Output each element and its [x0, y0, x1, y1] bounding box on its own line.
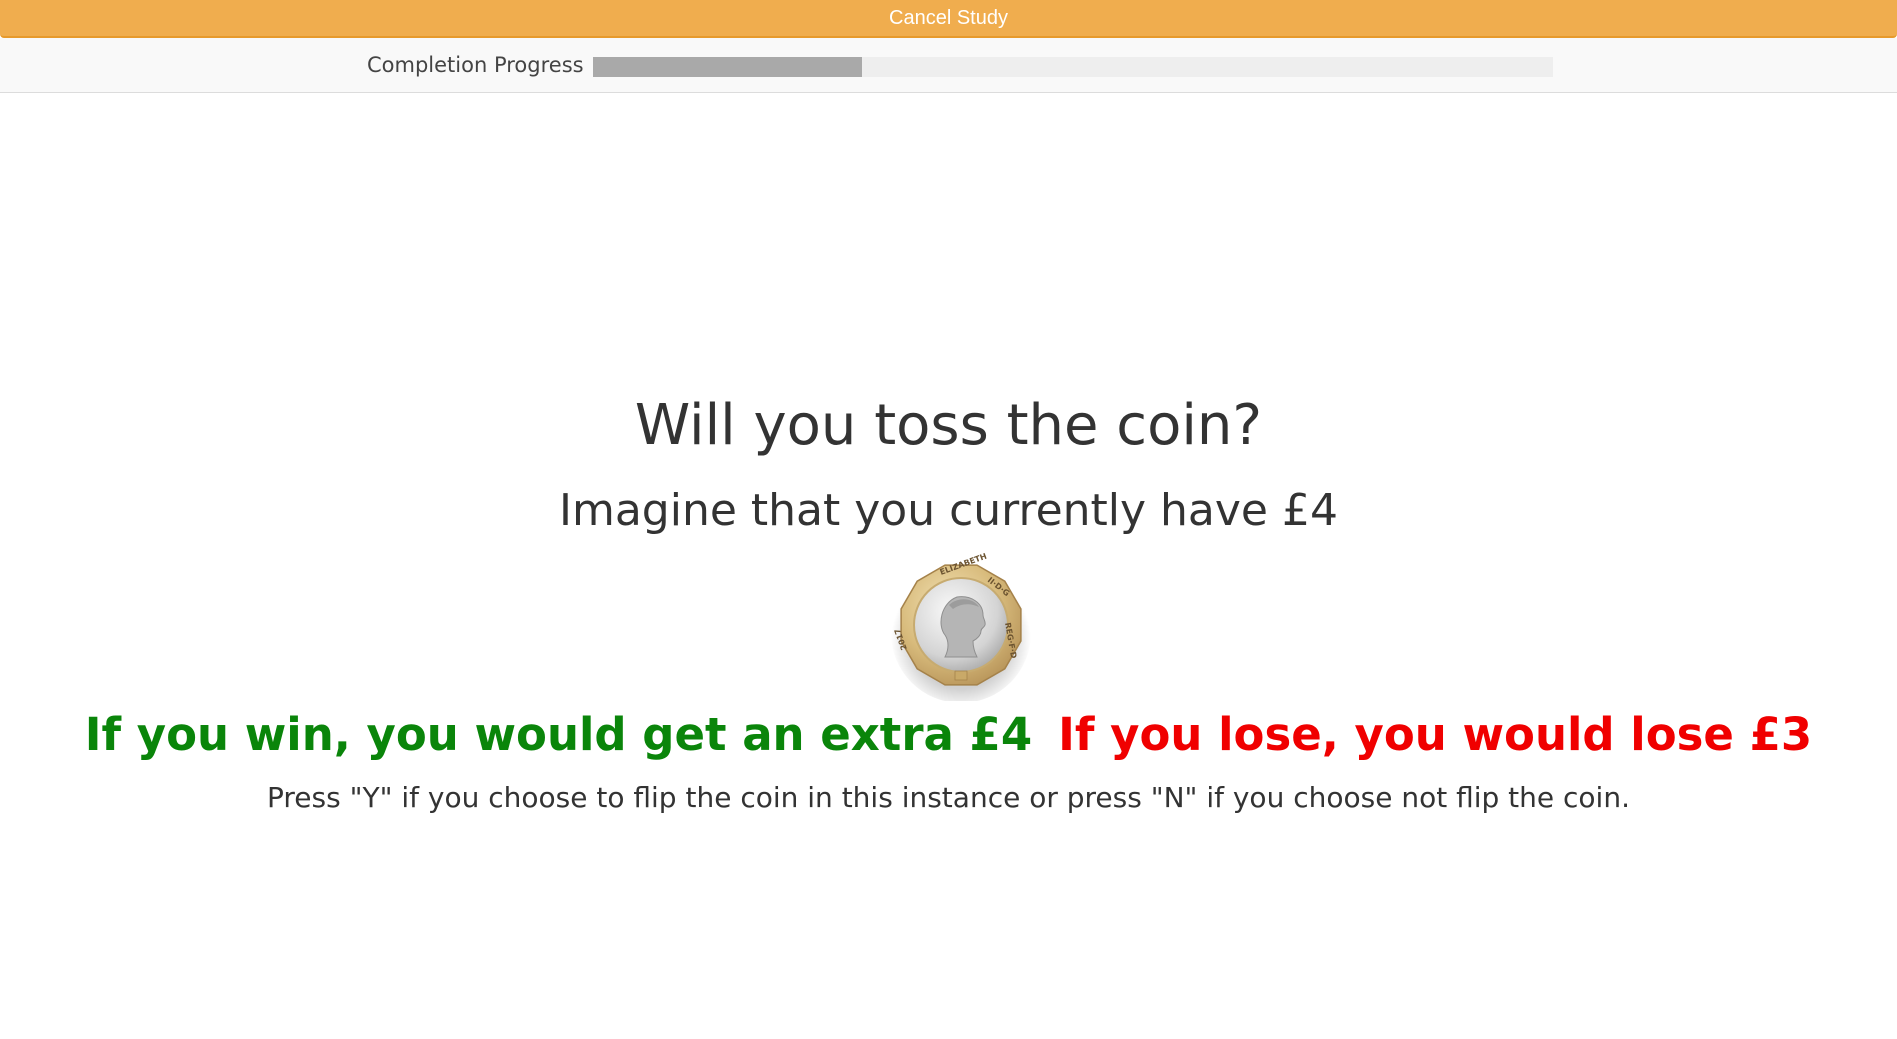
progress-bar-fill — [593, 57, 862, 77]
outcomes-line: If you win, you would get an extra £4 If … — [0, 708, 1897, 761]
cancel-study-button[interactable]: Cancel Study — [0, 0, 1897, 38]
one-pound-coin-icon: ELIZABETH II·D·G REG·F·D 2017 — [887, 552, 1035, 703]
question-heading: Will you toss the coin? — [634, 393, 1263, 458]
progress-label: Completion Progress — [367, 53, 584, 77]
progress-bar — [593, 57, 1553, 77]
progress-row: Completion Progress — [0, 38, 1897, 93]
current-amount-text: Imagine that you currently have £4 — [559, 485, 1338, 536]
lose-outcome-text: If you lose, you would lose £3 — [1058, 708, 1813, 761]
cancel-study-label: Cancel Study — [889, 6, 1008, 29]
win-outcome-text: If you win, you would get an extra £4 — [84, 708, 1033, 761]
instruction-text: Press "Y" if you choose to flip the coin… — [267, 781, 1630, 814]
